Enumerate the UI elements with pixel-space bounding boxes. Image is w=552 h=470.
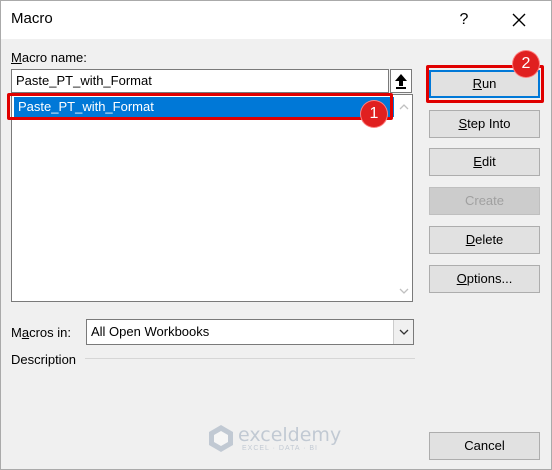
window-title: Macro <box>11 10 53 27</box>
watermark-tagline: EXCEL · DATA · BI <box>242 445 318 452</box>
description-label: Description <box>11 352 77 367</box>
macro-name-input[interactable]: Paste_PT_with_Format <box>11 69 389 93</box>
watermark: exceldemy EXCEL · DATA · BI <box>206 421 356 457</box>
step-into-button[interactable]: Step Into <box>429 110 540 138</box>
up-arrow-icon <box>395 74 407 89</box>
macro-name-label: Macro name: <box>11 50 87 65</box>
exceldemy-logo-icon <box>209 425 233 452</box>
highlight-box-macro-item <box>7 93 393 120</box>
close-icon[interactable] <box>507 8 531 32</box>
scroll-down-icon[interactable] <box>396 283 412 299</box>
options-button[interactable]: Options... <box>429 265 540 293</box>
macros-in-select[interactable]: All Open Workbooks <box>86 319 414 345</box>
step-badge-1: 1 <box>361 101 387 127</box>
scroll-up-icon[interactable] <box>396 99 412 115</box>
description-divider <box>85 358 415 359</box>
macro-dialog: Macro ? Macro name: Paste_PT_with_Format… <box>0 0 552 470</box>
upload-arrow-button[interactable] <box>390 69 412 93</box>
chevron-down-icon[interactable] <box>393 320 413 344</box>
macros-in-label: Macros in: <box>11 325 71 340</box>
cancel-button[interactable]: Cancel <box>429 432 540 460</box>
macro-list[interactable]: Paste_PT_with_Format <box>11 94 413 302</box>
step-badge-2: 2 <box>513 51 539 77</box>
macros-in-value: All Open Workbooks <box>91 324 210 339</box>
delete-button[interactable]: Delete <box>429 226 540 254</box>
watermark-name: exceldemy <box>238 424 342 446</box>
help-button[interactable]: ? <box>453 8 475 32</box>
create-button[interactable]: Create <box>429 187 540 215</box>
title-bar: Macro ? <box>1 1 551 39</box>
edit-button[interactable]: Edit <box>429 148 540 176</box>
